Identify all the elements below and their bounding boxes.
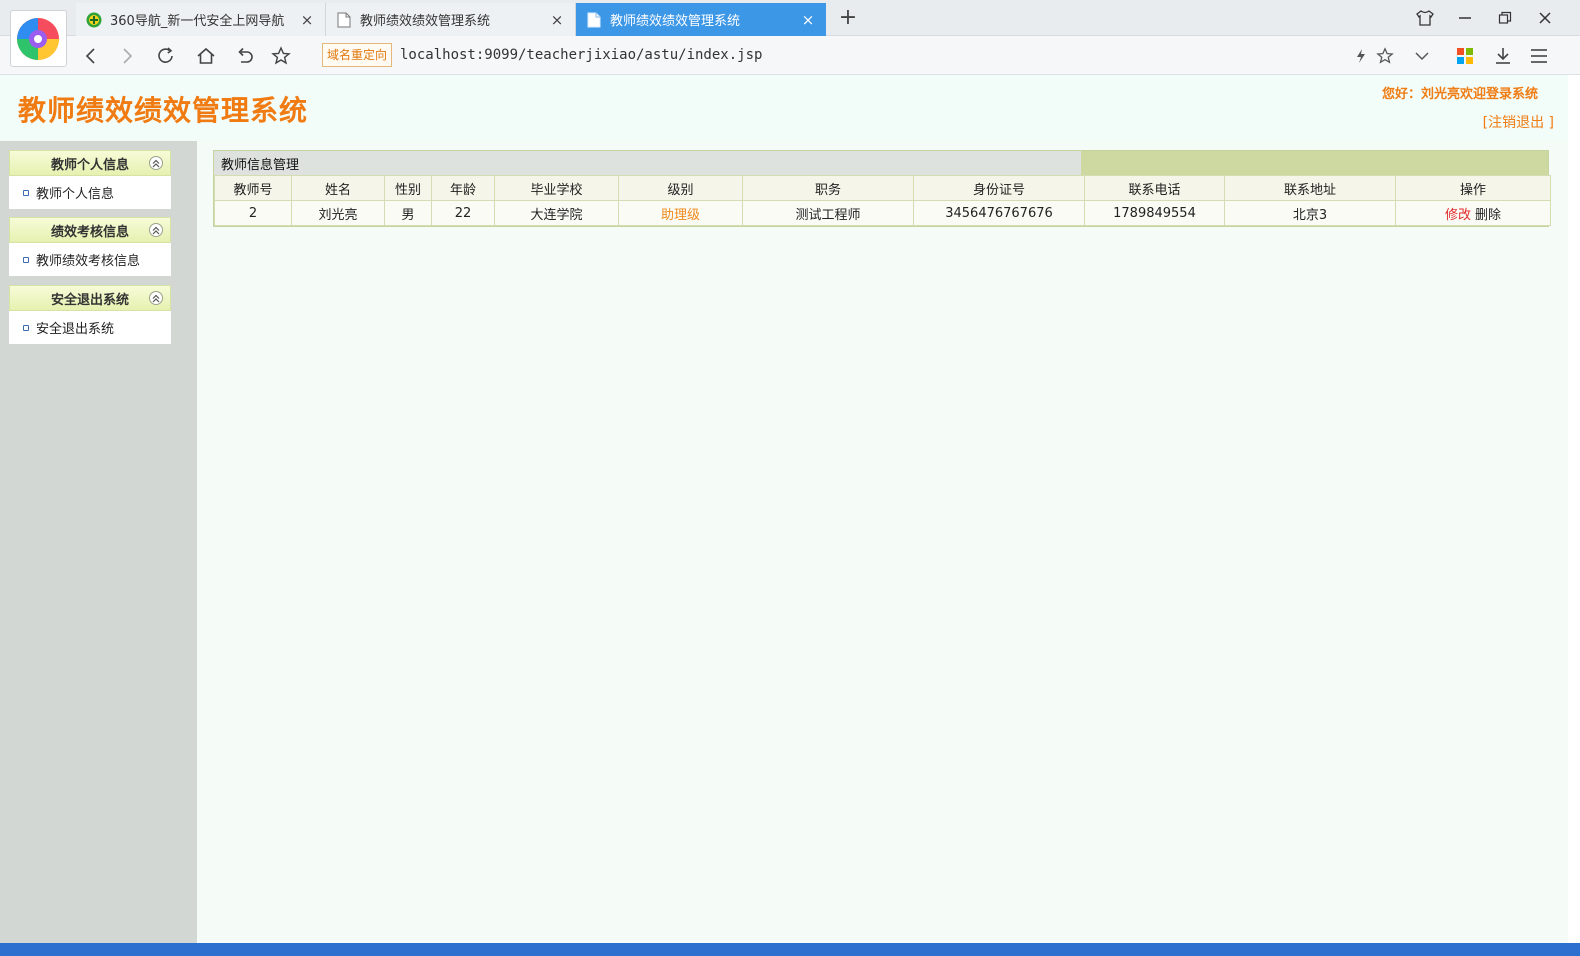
address-input[interactable] [400, 43, 1340, 67]
download-icon[interactable] [1490, 43, 1516, 69]
star-icon[interactable] [267, 42, 295, 70]
column-header: 联系地址 [1224, 175, 1396, 201]
teacher-info-panel: 教师信息管理 教师号 姓名 性别 年龄 毕业学校 级别 职务 身份证号 联系电话… [213, 150, 1551, 227]
tab-360-nav[interactable]: 360导航_新一代安全上网导航 × [76, 3, 326, 36]
panel-header: 教师信息管理 [214, 151, 1548, 175]
close-window-icon[interactable] [1530, 6, 1560, 30]
menu-group-header[interactable]: 绩效考核信息 [9, 217, 171, 243]
bullet-icon [23, 324, 29, 331]
collapse-icon[interactable] [149, 223, 163, 237]
sidebar-item-teacher-info[interactable]: 教师个人信息 [9, 176, 171, 209]
sidebar-item-performance-info[interactable]: 教师绩效考核信息 [9, 243, 171, 276]
menu-group-title: 教师个人信息 [50, 157, 129, 173]
undo-icon[interactable] [231, 42, 259, 70]
apps-grid-icon[interactable] [1452, 43, 1478, 69]
teacher-table: 教师号 姓名 性别 年龄 毕业学校 级别 职务 身份证号 联系电话 联系地址 操… [214, 175, 1551, 226]
edit-link[interactable]: 修改 [1445, 208, 1471, 223]
column-header: 联系电话 [1084, 175, 1225, 201]
page-title: 教师绩效绩效管理系统 [18, 94, 309, 127]
menu-group-exit: 安全退出系统 安全退出系统 [9, 285, 171, 344]
menu-group-header[interactable]: 安全退出系统 [9, 285, 171, 311]
domain-redirect-badge[interactable]: 域名重定向 [322, 43, 393, 67]
chevron-down-icon[interactable] [1409, 43, 1435, 69]
taskbar-strip [0, 943, 1580, 956]
tab-title: 教师绩效绩效管理系统 [610, 14, 741, 29]
menu-group-personal: 教师个人信息 教师个人信息 [9, 150, 171, 209]
forward-icon[interactable] [113, 42, 141, 70]
panel-header-fill [1081, 151, 1548, 175]
cell-gender: 男 [384, 200, 432, 226]
sidebar-item-label: 教师个人信息 [36, 187, 115, 202]
bullet-icon [23, 189, 29, 196]
tab-teacher-system-1[interactable]: 教师绩效绩效管理系统 × [326, 3, 576, 36]
table-row: 2 刘光亮 男 22 大连学院 助理级 测试工程师 3456476767676 … [214, 200, 1551, 226]
column-header: 年龄 [431, 175, 495, 201]
bookmark-star-icon[interactable] [1372, 43, 1398, 69]
delete-link[interactable]: 删除 [1475, 208, 1501, 223]
menu-group-header[interactable]: 教师个人信息 [9, 150, 171, 176]
lightning-icon[interactable] [1348, 43, 1374, 69]
welcome-message: 您好：刘光亮欢迎登录系统 [1381, 87, 1538, 102]
browser-tabbar: 360导航_新一代安全上网导航 × 教师绩效绩效管理系统 × 教师绩效绩效管理系… [0, 0, 1580, 36]
column-header: 性别 [384, 175, 432, 201]
minimize-icon[interactable] [1450, 6, 1480, 30]
menu-icon[interactable] [1526, 43, 1552, 69]
skin-icon[interactable] [1410, 6, 1440, 30]
browser-logo-icon [10, 10, 67, 67]
tab-title: 360导航_新一代安全上网导航 [110, 14, 285, 29]
column-header: 级别 [618, 175, 743, 201]
cell-position: 测试工程师 [742, 200, 914, 226]
sidebar-item-label: 安全退出系统 [36, 322, 115, 337]
cell-phone: 1789849554 [1084, 200, 1225, 226]
panel-title: 教师信息管理 [214, 151, 1081, 175]
bullet-icon [23, 256, 29, 263]
cell-school: 大连学院 [494, 200, 619, 226]
back-icon[interactable] [77, 42, 105, 70]
page-icon [336, 12, 352, 28]
column-header: 职务 [742, 175, 914, 201]
close-icon[interactable]: × [800, 11, 816, 29]
collapse-icon[interactable] [149, 291, 163, 305]
tab-title: 教师绩效绩效管理系统 [360, 14, 491, 29]
tab-teacher-system-2[interactable]: 教师绩效绩效管理系统 × [576, 3, 826, 36]
close-icon[interactable]: × [549, 11, 565, 29]
page-right-edge [1568, 75, 1580, 943]
shield-plus-icon [86, 12, 102, 28]
close-icon[interactable]: × [299, 11, 315, 29]
refresh-icon[interactable] [152, 42, 180, 70]
cell-level: 助理级 [618, 200, 743, 226]
cell-age: 22 [431, 200, 495, 226]
browser-toolbar: 域名重定向 [0, 36, 1580, 75]
column-header: 毕业学校 [494, 175, 619, 201]
new-tab-button[interactable]: + [835, 6, 861, 32]
page-header: 教师绩效绩效管理系统 您好：刘光亮欢迎登录系统 [注销退出 ] [0, 75, 1580, 141]
home-icon[interactable] [192, 42, 220, 70]
column-header: 操作 [1395, 175, 1551, 201]
sidebar-item-safe-exit[interactable]: 安全退出系统 [9, 311, 171, 344]
collapse-icon[interactable] [149, 156, 163, 170]
column-header: 教师号 [214, 175, 292, 201]
main-content: 教师信息管理 教师号 姓名 性别 年龄 毕业学校 级别 职务 身份证号 联系电话… [197, 141, 1580, 943]
page-icon [586, 12, 602, 28]
table-header-row: 教师号 姓名 性别 年龄 毕业学校 级别 职务 身份证号 联系电话 联系地址 操… [214, 175, 1551, 201]
menu-group-performance: 绩效考核信息 教师绩效考核信息 [9, 217, 171, 276]
cell-actions: 修改 删除 [1395, 200, 1551, 226]
menu-group-title: 绩效考核信息 [50, 224, 129, 240]
column-header: 身份证号 [913, 175, 1085, 201]
cell-address: 北京3 [1224, 200, 1396, 226]
logout-link[interactable]: [注销退出 ] [1483, 112, 1554, 132]
column-header: 姓名 [291, 175, 385, 201]
sidebar-item-label: 教师绩效考核信息 [36, 254, 141, 269]
level-link[interactable]: 助理级 [661, 208, 700, 223]
menu-group-title: 安全退出系统 [50, 292, 129, 308]
cell-name: 刘光亮 [291, 200, 385, 226]
cell-id-card: 3456476767676 [913, 200, 1085, 226]
sidebar: 教师个人信息 教师个人信息 绩效考核信息 教师绩效考核信息 安全退出系统 安全退… [0, 141, 197, 943]
cell-id: 2 [214, 200, 292, 226]
restore-icon[interactable] [1490, 6, 1520, 30]
